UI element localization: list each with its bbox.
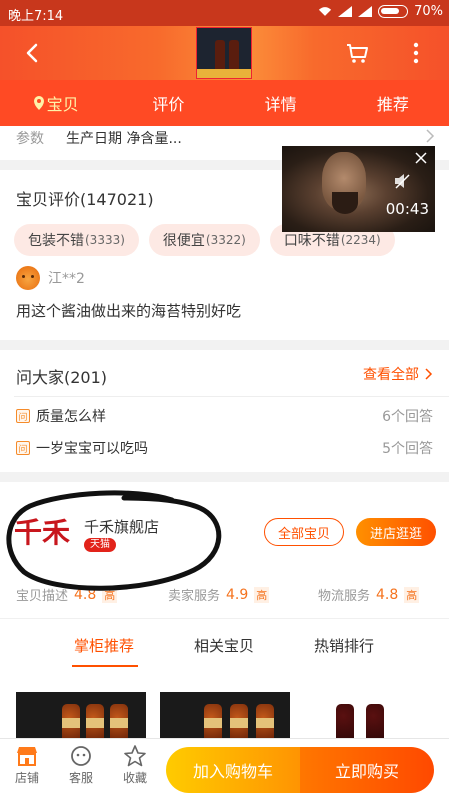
param-value: 生产日期 净含量... [66,131,182,147]
product-thumbnail[interactable] [196,27,252,79]
score-value: 4.8 [74,586,97,603]
view-all-label: 查看全部 [363,367,419,383]
bottom-bar: 店铺 客服 收藏 加入购物车 立即购买 [0,738,449,800]
star-icon [124,745,146,767]
wifi-icon [318,7,332,16]
question-icon: 问 [16,409,30,423]
tab-details[interactable]: 详情 [225,80,337,126]
review-tag-text: 很便宜 [162,233,205,249]
cart-icon[interactable] [344,40,370,66]
review-tag[interactable]: 包装不错 (3333) [14,224,139,256]
product-previews [0,672,449,738]
shop-score: 宝贝描述 4.8 高 [16,585,118,604]
score-value: 4.9 [226,586,249,603]
chevron-right-icon [426,129,435,143]
video-time: 00:43 [385,200,429,218]
tab-reviews-label: 评价 [152,95,185,114]
param-label: 参数 [16,131,44,147]
tab-reviews[interactable]: 评价 [112,80,224,126]
tab-related[interactable]: 相关宝贝 [194,635,254,656]
view-all-link[interactable]: 查看全部 [363,364,433,384]
reviewer-name: 江**2 [48,271,85,287]
question-item[interactable]: 问 质量怎么样 [16,406,106,426]
video-player[interactable]: 00:43 [282,146,435,232]
battery-icon [378,5,409,18]
service-button[interactable]: 客服 [56,745,106,786]
answer-count: 6个回答 [382,409,433,425]
status-bar: 晚上7:14 70% [0,0,449,26]
back-icon[interactable] [18,38,48,68]
score-label: 卖家服务 [168,589,221,604]
score-label: 物流服务 [318,589,371,604]
shop-button[interactable]: 店铺 [2,745,52,786]
header [0,26,449,80]
enter-shop-button[interactable]: 进店逛逛 [356,518,436,546]
shop-button-label: 店铺 [14,771,39,785]
mute-icon[interactable] [393,172,411,190]
svg-text:千禾: 千禾 [14,516,70,549]
score-value: 4.8 [376,586,399,603]
signal-icon [338,6,353,17]
service-button-label: 客服 [68,771,93,785]
shop-name[interactable]: 千禾旗舰店 [84,516,159,537]
shop-score: 卖家服务 4.9 高 [168,585,270,604]
location-pin-icon [33,96,44,110]
signal-icon-2 [358,6,373,17]
detail-tabs: 宝贝 评价 详情 推荐 [0,80,449,126]
tab-details-label: 详情 [264,95,297,114]
review-tag[interactable]: 很便宜 (3322) [148,224,260,256]
review-tag-count: (3333) [85,233,125,247]
shop-section: 千禾 千禾旗舰店 天猫 全部宝贝 进店逛逛 宝贝描述 4.8 高 卖家服务 4.… [0,482,449,618]
ask-section: 问大家(201) 查看全部 问 质量怎么样 6个回答 问 一岁宝宝可以吃吗 5个… [0,350,449,472]
tab-item-label: 宝贝 [46,95,79,114]
score-level: 高 [102,586,118,603]
question-text: 一岁宝宝可以吃吗 [36,441,148,457]
chevron-right-icon [425,368,433,380]
product-card[interactable] [302,678,432,738]
review-tag-text: 包装不错 [28,233,84,249]
reviewer: 江**2 [16,266,85,290]
active-tab-underline [72,665,138,667]
tab-item[interactable]: 宝贝 [0,80,112,126]
review-text: 用这个酱油做出来的海苔特别好吃 [16,302,242,320]
review-tag-count: (3322) [205,233,246,247]
customer-service-icon [71,746,91,766]
reviews-title[interactable]: 宝贝评价(147021) [16,186,154,210]
question-icon: 问 [16,441,30,455]
tab-recommend[interactable]: 推荐 [337,80,449,126]
shop-logo[interactable]: 千禾 [12,508,72,552]
more-icon[interactable] [404,38,428,68]
status-time: 晚上7:14 [8,9,64,24]
favorite-button[interactable]: 收藏 [110,745,160,786]
avatar [16,266,40,290]
score-level: 高 [254,586,270,603]
ask-title: 问大家(201) [16,368,108,387]
score-level: 高 [404,586,420,603]
all-items-button[interactable]: 全部宝贝 [264,518,344,546]
close-icon[interactable] [415,152,427,164]
product-card[interactable] [16,678,146,738]
shop-score: 物流服务 4.8 高 [318,585,420,604]
tab-shop-recommend[interactable]: 掌柜推荐 [74,635,134,656]
product-card[interactable] [160,678,290,738]
add-to-cart-button[interactable]: 加入购物车 [166,747,300,793]
review-tag-text: 口味不错 [283,233,340,249]
answer-count: 5个回答 [382,441,433,457]
buy-now-button[interactable]: 立即购买 [300,747,434,793]
question-text: 质量怎么样 [36,409,106,425]
question-item[interactable]: 问 一岁宝宝可以吃吗 [16,438,148,458]
recommend-tabs: 掌柜推荐 相关宝贝 热销排行 [0,618,449,672]
tab-recommend-label: 推荐 [376,95,409,114]
store-icon [17,747,37,766]
score-label: 宝贝描述 [16,589,69,604]
tab-hot-sales[interactable]: 热销排行 [314,635,374,656]
favorite-button-label: 收藏 [122,771,147,785]
battery-level: 70% [414,4,443,19]
tmall-badge: 天猫 [84,538,116,552]
review-tag-count: (2234) [340,233,381,247]
